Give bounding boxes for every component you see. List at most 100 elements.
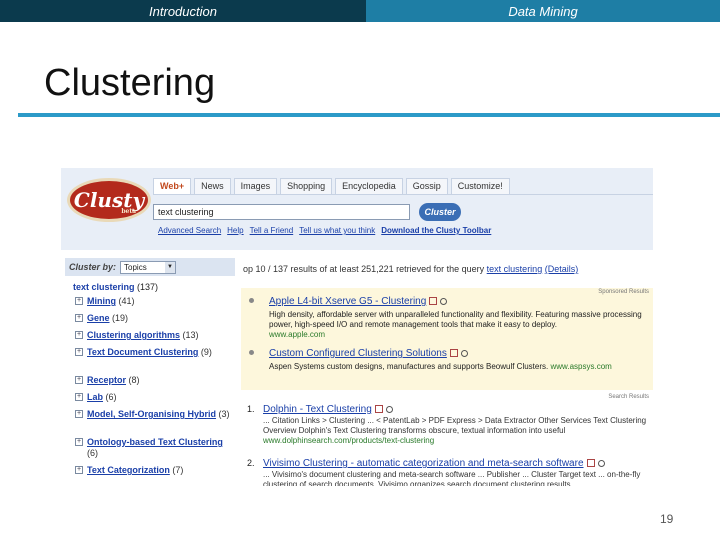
ad-description: High density, affordable server with unp… xyxy=(269,310,649,340)
cluster-count: (6) xyxy=(105,392,117,402)
preview-magnifier-icon[interactable] xyxy=(460,349,468,357)
cluster-item[interactable]: + Gene (19) xyxy=(75,313,235,330)
result-title: Vivisimo Clustering - automatic categori… xyxy=(263,458,584,469)
link-advanced-search[interactable]: Advanced Search xyxy=(158,226,221,235)
cluster-name[interactable]: Gene xyxy=(87,313,110,323)
expand-icon[interactable]: + xyxy=(75,297,83,305)
expand-icon[interactable]: + xyxy=(75,393,83,401)
expand-icon[interactable]: + xyxy=(75,438,83,446)
result-number: 2. xyxy=(247,458,255,468)
ad-title: Apple L4-bit Xserve G5 - Clustering xyxy=(269,296,427,307)
expand-icon[interactable]: + xyxy=(75,466,83,474)
cluster-count: (9) xyxy=(200,347,212,357)
expand-icon[interactable]: + xyxy=(75,348,83,356)
cluster-root[interactable]: text clustering (137) xyxy=(73,282,158,292)
slide-topbar: Introduction Data Mining xyxy=(0,0,720,22)
ad-url[interactable]: www.aspsys.com xyxy=(550,362,611,371)
cluster-root-label: text clustering xyxy=(73,282,135,292)
new-window-icon[interactable] xyxy=(429,297,438,306)
cluster-count: (41) xyxy=(118,296,135,306)
tab-gossip[interactable]: Gossip xyxy=(405,178,448,194)
result-url[interactable]: www.dolphinsearch.com/products/text-clus… xyxy=(263,436,434,445)
title-underline xyxy=(18,113,720,117)
cluster-count: (7) xyxy=(172,465,184,475)
summary-query-link[interactable]: text clustering xyxy=(487,264,543,274)
new-window-icon[interactable] xyxy=(374,405,383,414)
cluster-count: (19) xyxy=(112,313,129,323)
ad-description: Aspen Systems custom designs, manufactur… xyxy=(269,362,649,372)
new-window-icon[interactable] xyxy=(586,459,595,468)
preview-magnifier-icon[interactable] xyxy=(385,405,393,413)
expand-icon[interactable]: + xyxy=(75,376,83,384)
cluster-by-select[interactable]: Topics ▼ xyxy=(120,260,177,274)
cluster-name[interactable]: Receptor xyxy=(87,375,126,385)
topbar-section-introduction: Introduction xyxy=(0,0,366,22)
ad-title-link[interactable]: Custom Configured Clustering Solutions xyxy=(269,348,468,359)
link-download-toolbar[interactable]: Download the Clusty Toolbar xyxy=(381,226,491,235)
clusty-logo[interactable]: Clusty beta xyxy=(67,178,151,222)
result-description: ... Citation Links > Clustering ... < Pa… xyxy=(263,416,647,446)
new-window-icon[interactable] xyxy=(449,349,458,358)
cluster-name[interactable]: Mining xyxy=(87,296,116,306)
search-results-label: Search Results xyxy=(608,394,649,400)
result-title-link[interactable]: Dolphin - Text Clustering xyxy=(263,404,393,415)
result-desc-text: ... Citation Links > Clustering ... < Pa… xyxy=(263,416,647,435)
bullet-icon xyxy=(249,298,254,303)
cluster-list: + Mining (41) + Gene (19) + Clustering algo… xyxy=(75,296,235,482)
result-number: 1. xyxy=(247,404,255,414)
cluster-item[interactable]: + Receptor (8) xyxy=(75,375,235,392)
summary-details-link[interactable]: (Details) xyxy=(545,264,579,274)
logo-beta: beta xyxy=(121,208,136,215)
sponsored-results: Sponsored Results Apple L4-bit Xserve G5… xyxy=(241,288,653,390)
cluster-search-button[interactable]: Cluster xyxy=(419,203,461,221)
cluster-name[interactable]: Ontology-based Text Clustering xyxy=(87,437,223,447)
link-tell-a-friend[interactable]: Tell a Friend xyxy=(250,226,294,235)
cluster-item[interactable]: + Text Document Clustering (9) xyxy=(75,347,235,375)
cluster-count: (3) xyxy=(218,409,230,419)
preview-magnifier-icon[interactable] xyxy=(597,459,605,467)
expand-icon[interactable]: + xyxy=(75,410,83,418)
clusty-header: Clusty beta Web+ News Images Shopping En… xyxy=(61,168,653,250)
ad-title-link[interactable]: Apple L4-bit Xserve G5 - Clustering xyxy=(269,296,448,307)
link-feedback[interactable]: Tell us what you think xyxy=(299,226,375,235)
search-input[interactable]: text clustering xyxy=(153,204,410,220)
cluster-item[interactable]: + Model, Self-Organising Hybrid (3) xyxy=(75,409,235,437)
result-title: Dolphin - Text Clustering xyxy=(263,404,372,415)
result-description: ... Vivisimo's document clustering and m… xyxy=(263,470,647,486)
expand-icon[interactable]: + xyxy=(75,314,83,322)
tab-web[interactable]: Web+ xyxy=(153,178,192,194)
cluster-count: (6) xyxy=(87,448,98,458)
cluster-name[interactable]: Model, Self-Organising Hybrid xyxy=(87,409,216,419)
ad-url[interactable]: www.apple.com xyxy=(269,330,325,339)
page-number: 19 xyxy=(660,512,674,526)
cluster-item[interactable]: + Text Categorization (7) xyxy=(75,465,235,482)
expand-icon[interactable]: + xyxy=(75,331,83,339)
tab-encyclopedia[interactable]: Encyclopedia xyxy=(335,178,403,194)
cluster-root-count: (137) xyxy=(137,282,159,292)
tab-news[interactable]: News xyxy=(194,178,231,194)
preview-magnifier-icon[interactable] xyxy=(440,297,448,305)
ad-title: Custom Configured Clustering Solutions xyxy=(269,348,447,359)
cluster-item[interactable]: + Clustering algorithms (13) xyxy=(75,330,235,347)
cluster-item[interactable]: + Ontology-based Text Clustering (6) xyxy=(75,437,235,465)
cluster-name[interactable]: Text Categorization xyxy=(87,465,170,475)
cluster-by-bar: Cluster by: Topics ▼ xyxy=(65,258,235,276)
cluster-by-label: Cluster by: xyxy=(69,262,117,272)
cluster-name[interactable]: Text Document Clustering xyxy=(87,347,198,357)
cluster-name[interactable]: Clustering algorithms xyxy=(87,330,180,340)
tab-customize[interactable]: Customize! xyxy=(450,178,510,194)
results-pane: op 10 / 137 results of at least 251,221 … xyxy=(237,252,653,486)
result-title-link[interactable]: Vivisimo Clustering - automatic categori… xyxy=(263,458,605,469)
ad-desc-text: High density, affordable server with unp… xyxy=(269,310,642,329)
cluster-count: (13) xyxy=(182,330,199,340)
tab-images[interactable]: Images xyxy=(233,178,278,194)
link-help[interactable]: Help xyxy=(227,226,243,235)
summary-text: op 10 / 137 results of at least 251,221 … xyxy=(243,264,485,274)
search-tabs: Web+ News Images Shopping Encyclopedia G… xyxy=(153,178,510,194)
cluster-item[interactable]: + Mining (41) xyxy=(75,296,235,313)
cluster-item[interactable]: + Lab (6) xyxy=(75,392,235,409)
tab-divider xyxy=(153,194,653,195)
cluster-name[interactable]: Lab xyxy=(87,392,103,402)
tab-shopping[interactable]: Shopping xyxy=(280,178,333,194)
sponsored-label: Sponsored Results xyxy=(598,289,649,295)
